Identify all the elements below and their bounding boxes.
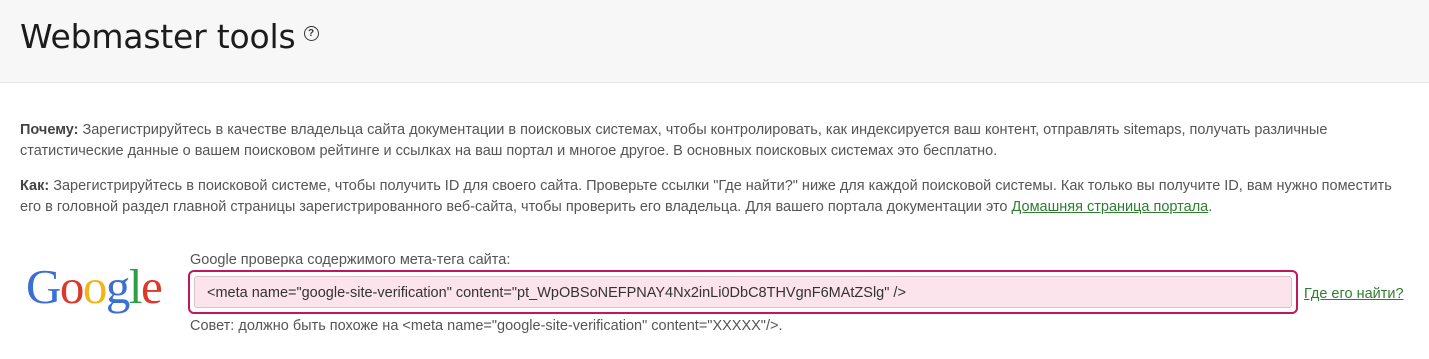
google-logo-letter: e: [141, 259, 163, 314]
google-logo-letter: g: [105, 259, 131, 314]
google-verification-field[interactable]: <meta name="google-site-verification" co…: [188, 270, 1298, 314]
question-circle-icon[interactable]: ?: [303, 26, 319, 41]
google-logo-letter: o: [59, 259, 85, 314]
where-to-find-link[interactable]: Где его найти?: [1304, 286, 1404, 302]
google-logo: Google: [26, 259, 163, 314]
google-verification-hint: Совет: должно быть похоже на <meta name=…: [190, 318, 783, 334]
how-paragraph: Как: Зарегистрируйтесь в поисковой систе…: [20, 176, 1415, 218]
page-title: Webmaster tools ?: [20, 17, 319, 56]
page-title-text: Webmaster tools: [20, 17, 296, 56]
google-logo-letter: l: [128, 259, 143, 314]
why-label: Почему:: [20, 122, 79, 138]
how-label: Как:: [20, 178, 50, 194]
page-header: Webmaster tools ?: [0, 0, 1429, 83]
why-text: Зарегистрируйтесь в качестве владельца с…: [20, 122, 1328, 159]
google-verification-label: Google проверка содержимого мета-тега са…: [190, 252, 511, 268]
how-end: .: [1208, 199, 1213, 215]
why-paragraph: Почему: Зарегистрируйтесь в качестве вла…: [20, 120, 1415, 162]
google-verification-input[interactable]: <meta name="google-site-verification" co…: [194, 276, 1292, 308]
portal-home-link[interactable]: Домашняя страница портала: [1012, 199, 1209, 215]
google-logo-letter: o: [82, 259, 108, 314]
google-logo-letter: G: [26, 259, 61, 314]
